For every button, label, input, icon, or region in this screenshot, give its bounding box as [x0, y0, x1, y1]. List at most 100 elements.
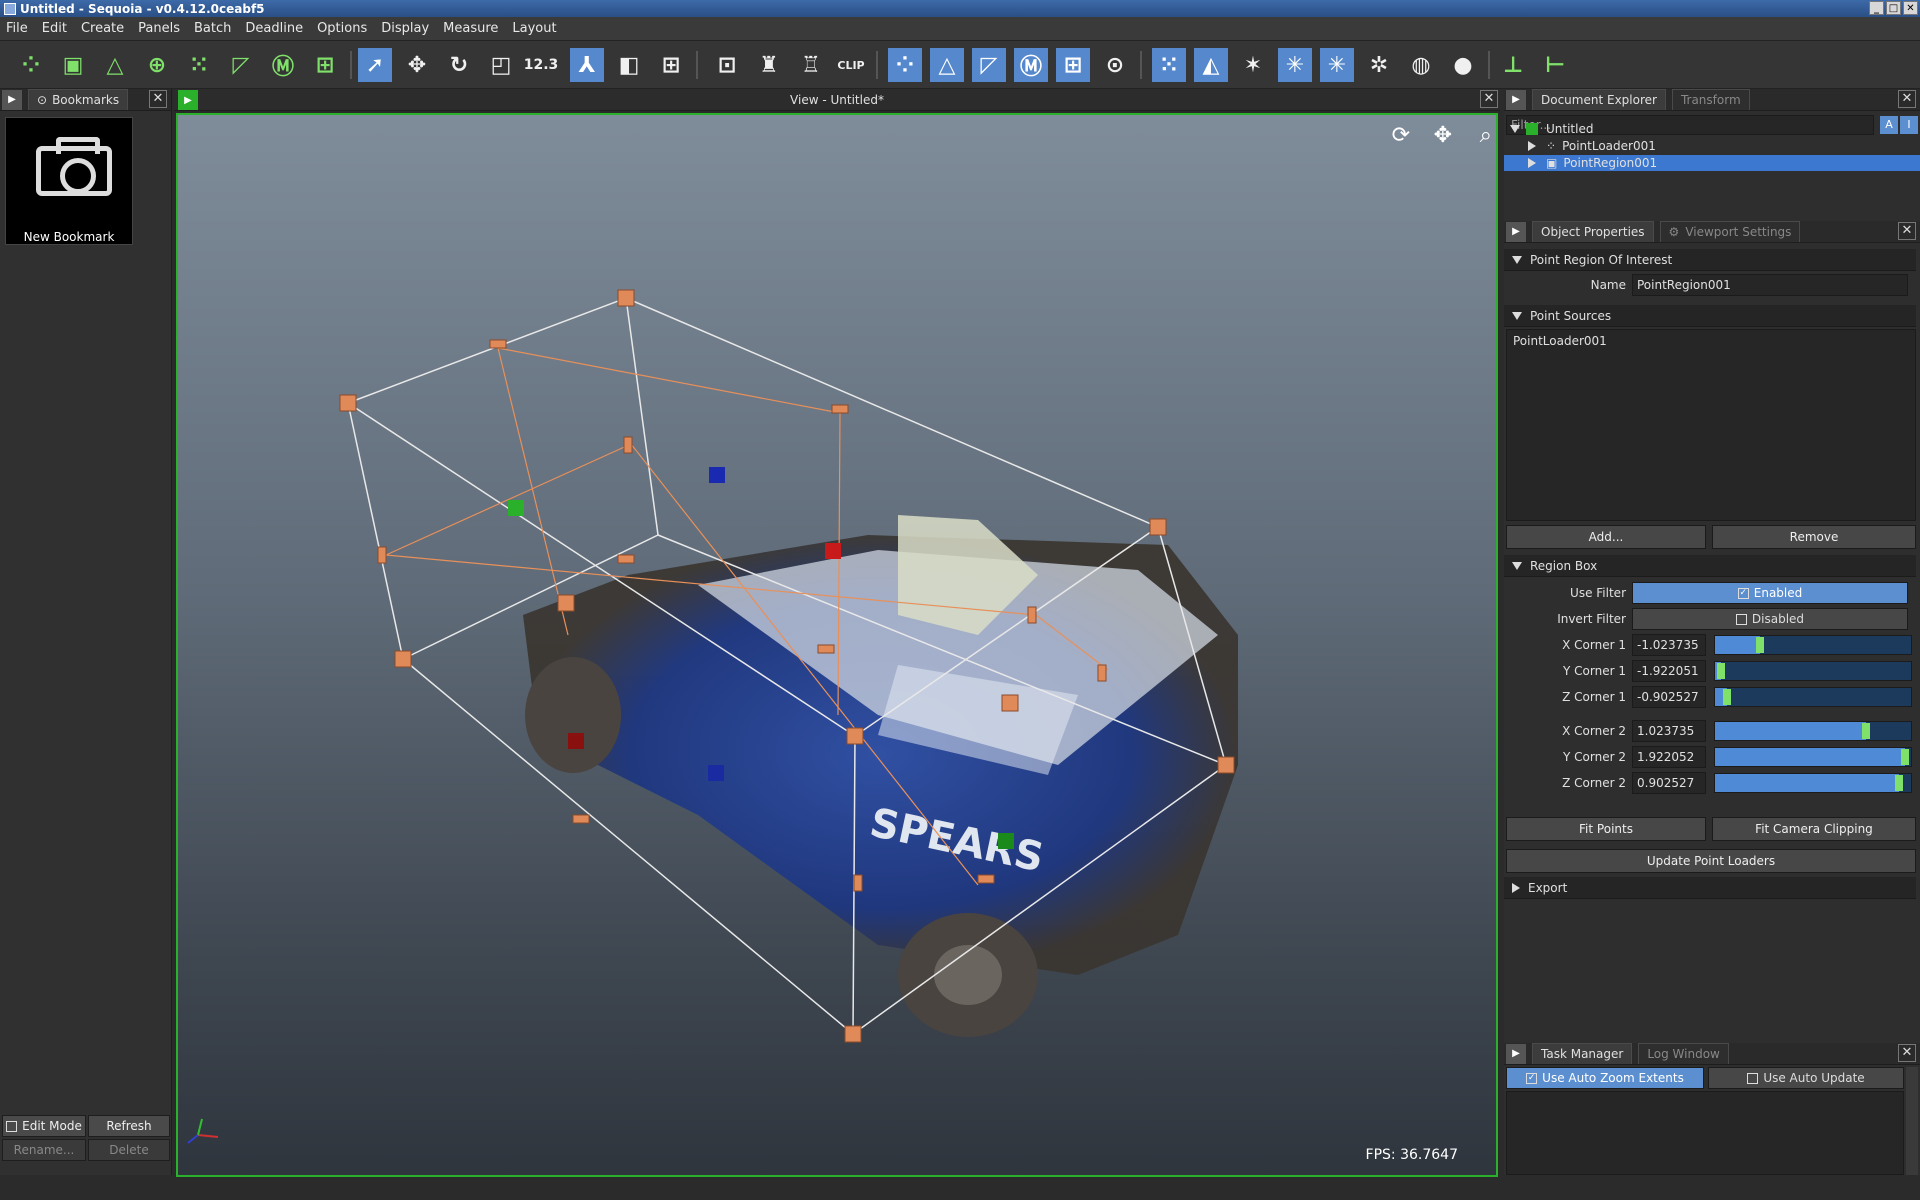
new-bookmark-tile[interactable]: New Bookmark: [5, 117, 133, 245]
clip-icon[interactable]: CLIP: [834, 48, 868, 82]
task-panel-menu-icon[interactable]: ▶: [1506, 1043, 1526, 1064]
light-list-icon[interactable]: ✲: [1362, 48, 1396, 82]
auto-update-toggle[interactable]: Use Auto Update: [1708, 1067, 1904, 1089]
pan-icon[interactable]: ✥: [1434, 123, 1452, 148]
tab-document-explorer[interactable]: Document Explorer: [1532, 89, 1666, 110]
corner-value-field[interactable]: 1.922052: [1632, 746, 1706, 768]
ground-plane-icon[interactable]: ⊥: [1496, 48, 1530, 82]
section-sources-header[interactable]: Point Sources: [1504, 305, 1916, 327]
menu-panels[interactable]: Panels: [138, 21, 180, 36]
close-icon[interactable]: ✕: [149, 90, 167, 108]
menu-create[interactable]: Create: [81, 21, 124, 36]
task-scrollbar[interactable]: [1906, 1067, 1918, 1175]
corner-slider[interactable]: [1714, 635, 1912, 655]
axis-gizmo-icon[interactable]: ⅄: [570, 48, 604, 82]
invert-filter-toggle[interactable]: Disabled: [1632, 608, 1908, 630]
show-markers-icon[interactable]: Ⓜ: [1014, 48, 1048, 82]
corner-value-field[interactable]: -0.902527: [1632, 686, 1706, 708]
create-mesh-icon[interactable]: ▣: [56, 48, 90, 82]
doc-panel-menu-icon[interactable]: ▶: [1506, 89, 1526, 110]
auto-zoom-toggle[interactable]: ✓ Use Auto Zoom Extents: [1506, 1067, 1704, 1089]
rotate-tool-icon[interactable]: ↻: [442, 48, 476, 82]
create-sample-icon[interactable]: ⁙: [182, 48, 216, 82]
close-icon[interactable]: ✕: [1898, 1044, 1916, 1062]
section-box-header[interactable]: Region Box: [1504, 555, 1916, 577]
point-size-icon[interactable]: ⁙: [1152, 48, 1186, 82]
use-filter-toggle[interactable]: ✓ Enabled: [1632, 582, 1908, 604]
delete-button[interactable]: Delete: [88, 1139, 170, 1161]
corner-slider[interactable]: [1714, 747, 1912, 767]
corner-slider[interactable]: [1714, 687, 1912, 707]
sources-list[interactable]: PointLoader001: [1506, 329, 1916, 521]
snapshot-icon[interactable]: ⊙: [1098, 48, 1132, 82]
slider-knob[interactable]: [1901, 749, 1910, 765]
scale-tool-icon[interactable]: ◰: [484, 48, 518, 82]
tree-item-pointloader[interactable]: ⁘ PointLoader001: [1528, 138, 1656, 154]
show-cameras-icon[interactable]: ⊞: [1056, 48, 1090, 82]
menu-layout[interactable]: Layout: [512, 21, 556, 36]
menu-options[interactable]: Options: [317, 21, 367, 36]
props-panel-menu-icon[interactable]: ▶: [1506, 221, 1526, 242]
slider-knob[interactable]: [1756, 637, 1765, 653]
maximize-button[interactable]: □: [1886, 1, 1901, 15]
tab-viewport-settings[interactable]: ⚙ Viewport Settings: [1659, 221, 1801, 242]
add-source-button[interactable]: Add...: [1506, 525, 1706, 549]
slider-knob[interactable]: [1716, 663, 1725, 679]
move-tool-icon[interactable]: ✥: [400, 48, 434, 82]
create-marker-icon[interactable]: Ⓜ: [266, 48, 300, 82]
filter-i-toggle[interactable]: I: [1900, 116, 1918, 134]
tab-log-window[interactable]: Log Window: [1638, 1043, 1729, 1064]
tree-root[interactable]: Untitled: [1510, 121, 1593, 137]
corner-value-field[interactable]: 0.902527: [1632, 772, 1706, 794]
menu-file[interactable]: File: [6, 21, 28, 36]
3d-viewport[interactable]: SPEARS ⟳ ✥ ⌕ FPS: 36.7647: [176, 113, 1498, 1177]
create-camera-icon[interactable]: ⊞: [308, 48, 342, 82]
lighting-icon[interactable]: ✶: [1236, 48, 1270, 82]
create-point-loader-icon[interactable]: ⁘: [14, 48, 48, 82]
menu-edit[interactable]: Edit: [42, 21, 67, 36]
tree-item-pointregion[interactable]: ▣ PointRegion001: [1504, 155, 1920, 171]
render-icon[interactable]: ♜: [752, 48, 786, 82]
show-points-icon[interactable]: ⁘: [888, 48, 922, 82]
list-item[interactable]: PointLoader001: [1507, 330, 1915, 352]
zoom-icon[interactable]: ⌕: [1480, 123, 1492, 148]
close-button[interactable]: ✕: [1903, 1, 1918, 15]
fit-points-button[interactable]: Fit Points: [1506, 817, 1706, 841]
name-field[interactable]: PointRegion001: [1632, 274, 1908, 296]
show-frustum-icon[interactable]: ◸: [972, 48, 1006, 82]
menu-batch[interactable]: Batch: [194, 21, 231, 36]
close-icon[interactable]: ✕: [1898, 222, 1916, 240]
edit-mode-checkbox[interactable]: Edit Mode: [2, 1115, 86, 1137]
corner-slider[interactable]: [1714, 661, 1912, 681]
close-viewport-icon[interactable]: ✕: [1480, 90, 1498, 108]
menu-display[interactable]: Display: [381, 21, 429, 36]
rename-button[interactable]: Rename...: [2, 1139, 86, 1161]
origin-icon[interactable]: ⊢: [1538, 48, 1572, 82]
shaded-icon[interactable]: ◭: [1194, 48, 1228, 82]
material-icon[interactable]: ●: [1446, 48, 1480, 82]
tab-bookmarks[interactable]: ⊙ Bookmarks: [28, 89, 129, 110]
task-list[interactable]: [1506, 1091, 1904, 1175]
corner-slider[interactable]: [1714, 721, 1912, 741]
section-roi-header[interactable]: Point Region Of Interest: [1504, 249, 1916, 271]
tab-object-properties[interactable]: Object Properties: [1532, 221, 1654, 242]
remove-source-button[interactable]: Remove: [1712, 525, 1916, 549]
minimize-button[interactable]: _: [1869, 1, 1884, 15]
update-point-loaders-button[interactable]: Update Point Loaders: [1506, 849, 1916, 873]
slider-knob[interactable]: [1895, 775, 1904, 791]
measure-tool-icon[interactable]: 12.3: [524, 48, 559, 82]
grid-view-icon[interactable]: ⊞: [654, 48, 688, 82]
zoom-extents-icon[interactable]: ⊡: [710, 48, 744, 82]
corner-value-field[interactable]: -1.023735: [1632, 634, 1706, 656]
sphere-icon[interactable]: ◍: [1404, 48, 1438, 82]
show-mesh-icon[interactable]: △: [930, 48, 964, 82]
light-a-icon[interactable]: ✳: [1278, 48, 1312, 82]
panel-menu-icon[interactable]: ▶: [2, 89, 22, 110]
select-tool-icon[interactable]: ➚: [358, 48, 392, 82]
corner-value-field[interactable]: 1.023735: [1632, 720, 1706, 742]
create-region-icon[interactable]: ⊕: [140, 48, 174, 82]
menu-measure[interactable]: Measure: [443, 21, 498, 36]
tower-icon[interactable]: ♖: [794, 48, 828, 82]
box-view-icon[interactable]: ◧: [612, 48, 646, 82]
section-export-header[interactable]: Export: [1504, 877, 1916, 899]
